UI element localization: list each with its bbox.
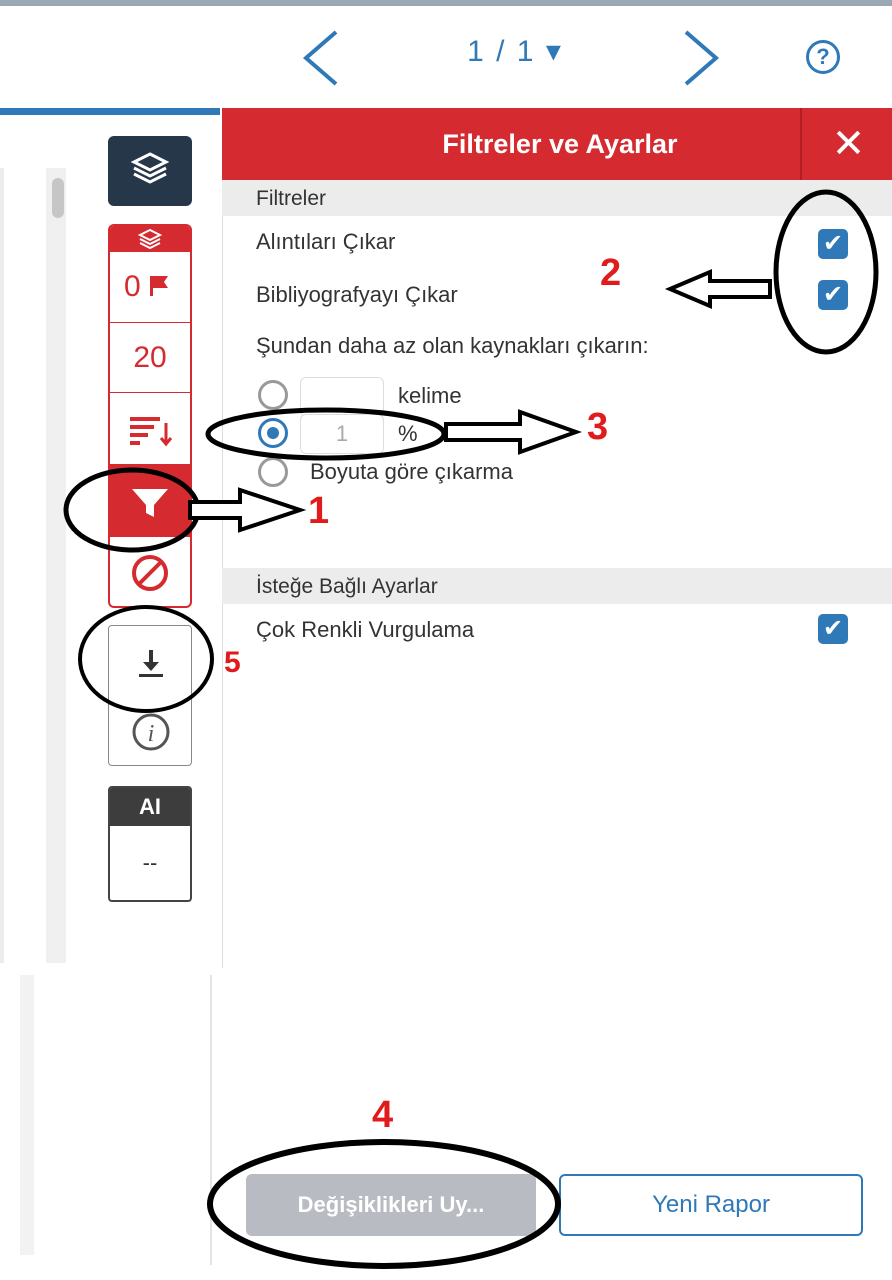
annotation-circle-download <box>78 605 214 713</box>
annotation-number-2: 2 <box>600 252 622 294</box>
annotation-number-1: 1 <box>308 490 330 532</box>
annotation-number-4: 4 <box>372 1094 394 1136</box>
annotation-circle-apply <box>207 1139 561 1269</box>
annotation-number-3: 3 <box>587 406 609 448</box>
annotation-circle-checkboxes <box>773 189 879 355</box>
annotation-overlay <box>63 189 879 1269</box>
annotation-number-5: 5 <box>224 646 241 679</box>
annotation-arrow-1 <box>188 487 307 533</box>
annotation-circle-filter <box>63 467 201 553</box>
annotation-circle-percent <box>205 407 447 461</box>
annotation-arrow-3 <box>444 409 582 455</box>
annotation-arrow-2 <box>664 268 772 310</box>
